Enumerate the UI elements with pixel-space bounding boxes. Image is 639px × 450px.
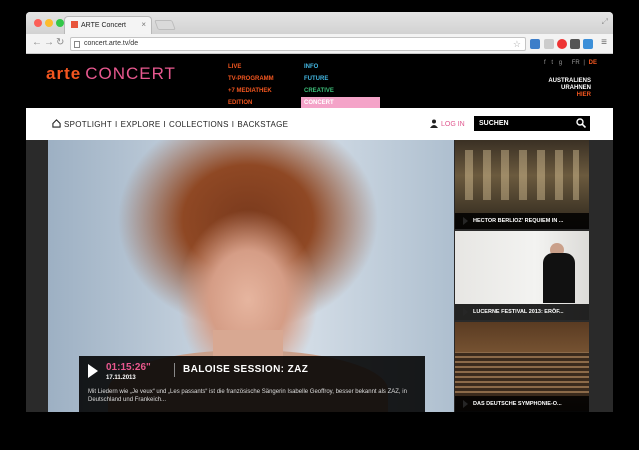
extension-icon[interactable]: [570, 39, 580, 49]
nav-item-tv-programm[interactable]: TV-PROGRAMM: [228, 73, 274, 85]
back-icon[interactable]: ←: [32, 37, 42, 48]
nav-item-info[interactable]: INFO: [304, 61, 380, 73]
logo-arte: arte: [46, 64, 82, 83]
search-placeholder: SUCHEN: [479, 120, 509, 127]
nav-column-arte: LIVE TV-PROGRAMM +7 MEDIATHEK EDITION: [228, 61, 274, 109]
browser-window: ARTE Concert × ⤢ ← → ↻ concert.arte.tv/d…: [26, 12, 613, 412]
feature-caption[interactable]: 01:15:26" 17.11.2013 BALOISE SESSION: ZA…: [79, 356, 425, 412]
logo[interactable]: arte CONCERT: [46, 64, 176, 84]
site-header: arte CONCERT LIVE TV-PROGRAMM +7 MEDIATHE…: [26, 54, 613, 109]
login-link[interactable]: LOG IN: [430, 119, 465, 128]
new-tab-button[interactable]: [154, 20, 176, 30]
content-area: 01:15:26" 17.11.2013 BALOISE SESSION: ZA…: [26, 140, 613, 412]
lang-de[interactable]: DE: [589, 60, 597, 66]
extension-icon[interactable]: [544, 39, 554, 49]
reload-icon[interactable]: ↻: [56, 37, 64, 48]
nav-item-mediathek[interactable]: +7 MEDIATHEK: [228, 85, 274, 97]
nav-column-sections: INFO FUTURE CREATIVE CONCERT: [301, 61, 380, 109]
nav-explore[interactable]: EXPLORE: [121, 120, 161, 129]
nav-item-creative[interactable]: CREATIVE: [304, 85, 380, 97]
extension-icon[interactable]: [530, 39, 540, 49]
nav-spotlight[interactable]: SPOTLIGHT: [64, 120, 112, 129]
login-label: LOG IN: [441, 121, 465, 128]
close-window-button[interactable]: [34, 19, 42, 27]
site: arte CONCERT LIVE TV-PROGRAMM +7 MEDIATHE…: [26, 54, 613, 412]
nav-separator: I: [163, 120, 167, 129]
url-text: concert.arte.tv/de: [84, 40, 139, 47]
nav-item-live[interactable]: LIVE: [228, 61, 274, 73]
related-video-title: DAS DEUTSCHE SYMPHONIE-O...: [455, 396, 589, 412]
arte-favicon-icon: [71, 21, 78, 28]
related-video-item[interactable]: DAS DEUTSCHE SYMPHONIE-O...: [455, 322, 589, 412]
tab-bar: ARTE Concert × ⤢: [26, 12, 613, 34]
search-input[interactable]: SUCHEN: [474, 116, 590, 131]
google-plus-icon[interactable]: g: [559, 60, 562, 66]
promo-link[interactable]: AUSTRALIENS URAHNEN HIER: [548, 78, 591, 99]
related-videos: HECTOR BERLIOZ' REQUIEM IN ... LUCERNE F…: [455, 140, 589, 412]
related-video-item[interactable]: HECTOR BERLIOZ' REQUIEM IN ...: [455, 140, 589, 229]
facebook-icon[interactable]: f: [544, 60, 546, 66]
main-nav-links: SPOTLIGHT I EXPLORE I COLLECTIONS I BACKSTAGE: [64, 120, 288, 129]
feature-description: Mit Liedern wie „Je veux“ und „Les passa…: [88, 389, 407, 403]
play-icon[interactable]: [88, 364, 98, 378]
extension-icon[interactable]: [557, 39, 567, 49]
nav-collections[interactable]: COLLECTIONS: [169, 120, 229, 129]
promo-line3: HIER: [576, 92, 591, 98]
caption-divider: [174, 363, 175, 377]
feature-date: 17.11.2013: [106, 375, 136, 381]
lang-separator: |: [583, 60, 585, 66]
tab-title: ARTE Concert: [81, 22, 126, 29]
social-and-language: f t g FR | DE: [544, 60, 597, 66]
bookmark-star-icon[interactable]: ☆: [513, 39, 521, 50]
fullscreen-icon[interactable]: ⤢: [602, 17, 608, 27]
menu-icon[interactable]: ≡: [601, 37, 607, 48]
feature-duration: 01:15:26": [106, 362, 151, 373]
user-icon: [430, 119, 438, 128]
related-video-item[interactable]: LUCERNE FESTIVAL 2013: ERÖF...: [455, 231, 589, 320]
address-bar[interactable]: concert.arte.tv/de ☆: [70, 37, 526, 51]
extension-icon[interactable]: [583, 39, 593, 49]
nav-separator: I: [115, 120, 118, 129]
home-icon[interactable]: [52, 119, 61, 128]
nav-backstage[interactable]: BACKSTAGE: [237, 120, 288, 129]
promo-line2: URAHNEN: [561, 85, 591, 91]
maximize-window-button[interactable]: [56, 19, 64, 27]
close-tab-icon[interactable]: ×: [141, 20, 146, 29]
feature-title[interactable]: BALOISE SESSION: ZAZ: [183, 364, 308, 375]
promo-line1: AUSTRALIENS: [548, 78, 591, 84]
nav-separator: I: [231, 120, 235, 129]
nav-item-future[interactable]: FUTURE: [304, 73, 380, 85]
logo-concert: CONCERT: [85, 64, 176, 83]
related-video-title: HECTOR BERLIOZ' REQUIEM IN ...: [455, 213, 589, 229]
related-video-title: LUCERNE FESTIVAL 2013: ERÖF...: [455, 304, 589, 320]
minimize-window-button[interactable]: [45, 19, 53, 27]
lang-fr[interactable]: FR: [572, 60, 580, 66]
browser-toolbar: ← → ↻ concert.arte.tv/de ☆ ≡: [26, 34, 613, 54]
twitter-icon[interactable]: t: [551, 60, 553, 66]
main-nav: SPOTLIGHT I EXPLORE I COLLECTIONS I BACKSTAGE …: [26, 108, 613, 140]
forward-icon[interactable]: →: [44, 37, 54, 48]
search-icon[interactable]: [576, 118, 586, 128]
page-icon: [74, 41, 80, 48]
browser-tab[interactable]: ARTE Concert ×: [64, 16, 152, 34]
